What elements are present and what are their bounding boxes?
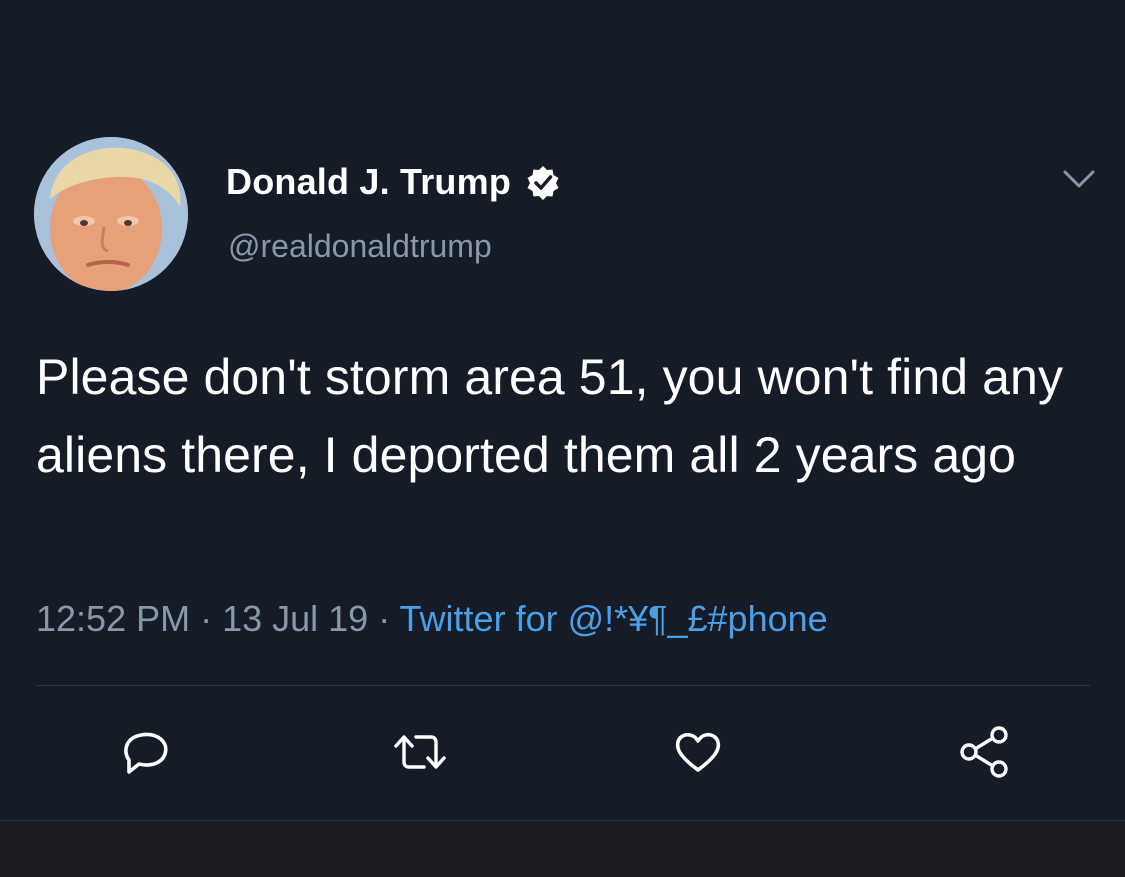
- meta-separator: ·: [368, 598, 400, 639]
- like-button[interactable]: [668, 722, 728, 782]
- retweet-button[interactable]: [390, 722, 450, 782]
- tweet-meta: 12:52 PM · 13 Jul 19 · Twitter for @!*¥¶…: [36, 598, 828, 640]
- avatar[interactable]: [34, 137, 188, 291]
- tweet-text: Please don't storm area 51, you won't fi…: [36, 349, 1064, 483]
- verified-badge-icon: [527, 166, 559, 200]
- bottom-strip: [0, 820, 1125, 877]
- author-name-row: Donald J. Trump: [226, 160, 561, 204]
- reply-button[interactable]: [115, 722, 175, 782]
- user-handle[interactable]: @realdonaldtrump: [228, 228, 492, 265]
- meta-separator: ·: [190, 598, 223, 639]
- tweet-source-link[interactable]: Twitter for @!*¥¶_£#phone: [400, 598, 828, 639]
- share-icon: [960, 726, 1008, 778]
- tweet-date: 13 Jul 19: [222, 598, 369, 639]
- tweet-card: Donald J. Trump @realdonaldtrump Please …: [0, 0, 1125, 820]
- retweet-icon: [394, 735, 446, 769]
- reply-bubble-icon: [124, 732, 168, 774]
- tweet-time: 12:52 PM: [36, 598, 191, 639]
- display-name[interactable]: Donald J. Trump: [226, 161, 511, 203]
- heart-icon: [675, 732, 721, 772]
- divider: [36, 685, 1090, 686]
- avatar-portrait-icon: [34, 137, 188, 291]
- chevron-down-icon[interactable]: [1060, 164, 1098, 194]
- share-button[interactable]: [955, 722, 1015, 782]
